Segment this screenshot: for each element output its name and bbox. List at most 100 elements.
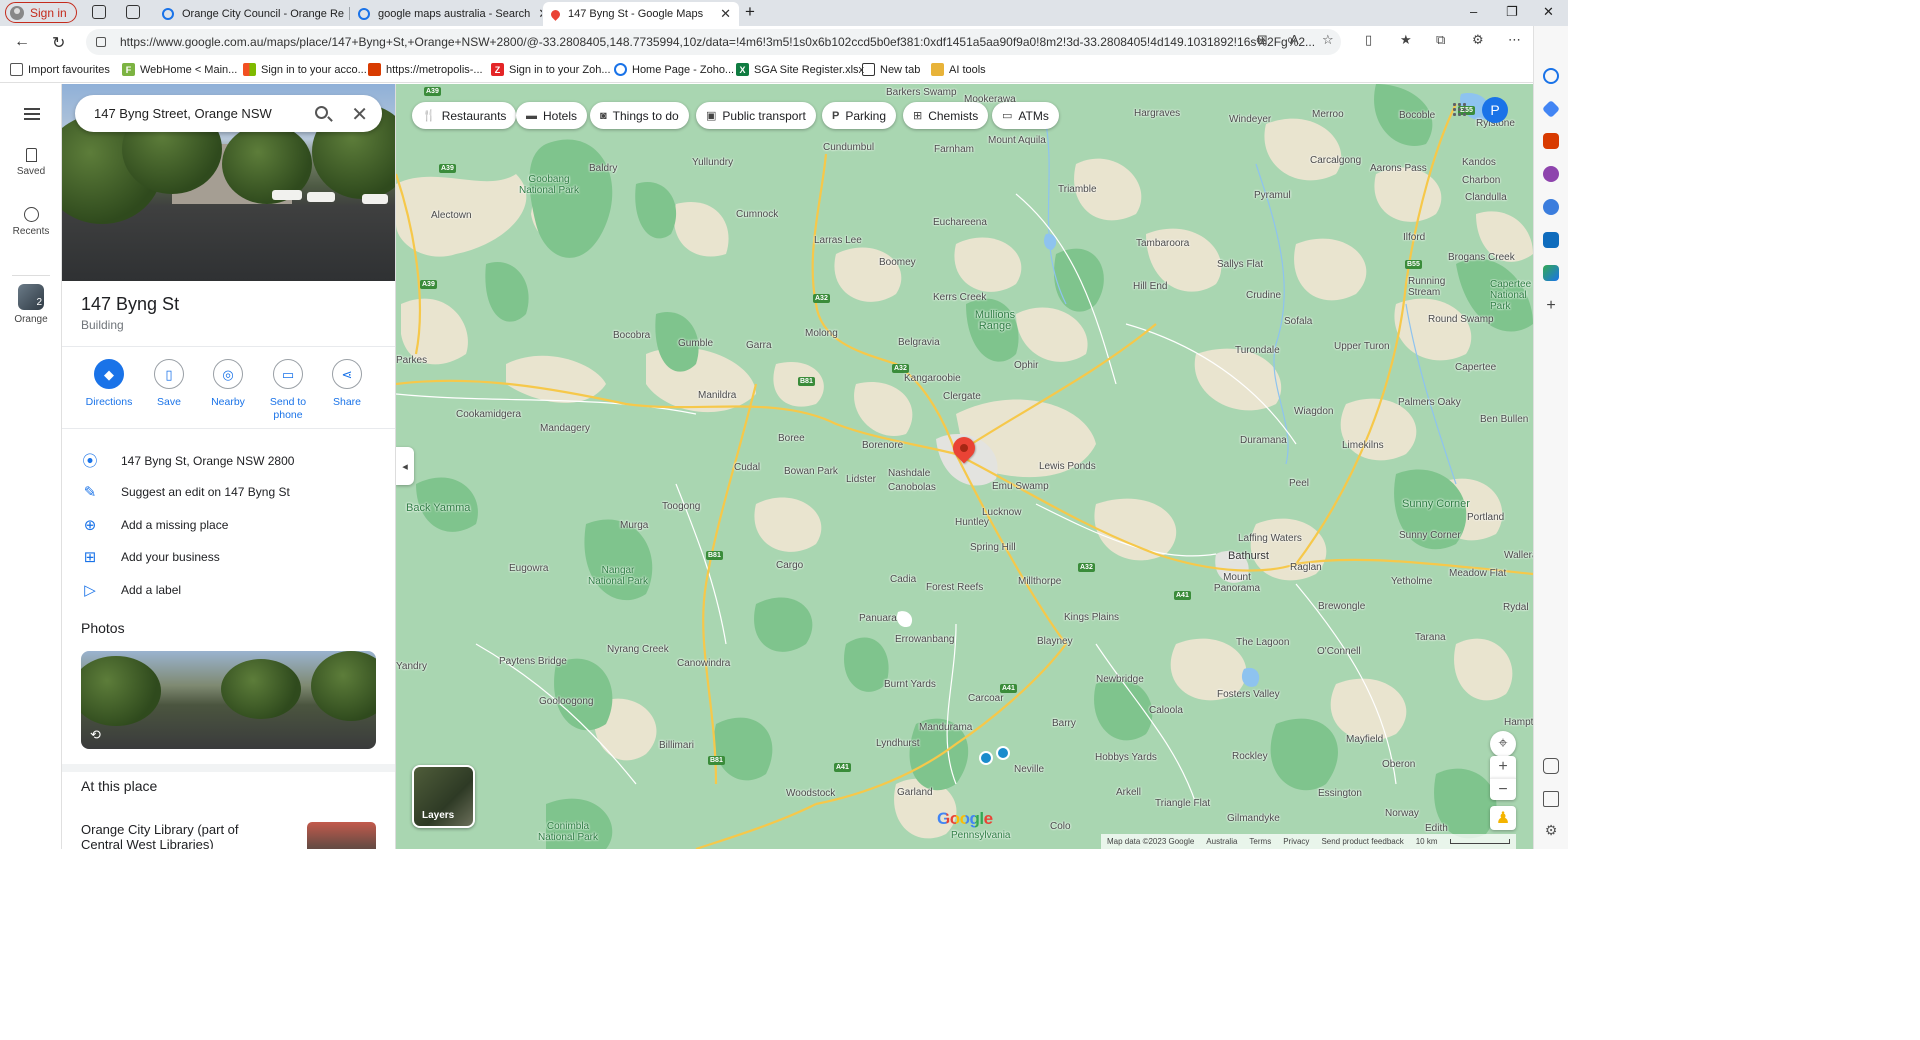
map-label[interactable]: Yullundry (692, 157, 733, 168)
bookmark-sga-register[interactable]: X SGA Site Register.xlsx (736, 63, 864, 76)
map-label[interactable]: Mount Panorama (1212, 572, 1262, 594)
extensions-icon[interactable]: ⚙ (1472, 32, 1484, 48)
map-label[interactable]: Lyndhurst (876, 738, 920, 749)
footer-terms-link[interactable]: Terms (1249, 837, 1271, 846)
footer-country[interactable]: Australia (1206, 837, 1237, 846)
map-label[interactable]: Canobolas (888, 482, 936, 493)
rail-recents[interactable]: Recents (0, 207, 62, 237)
map-label[interactable]: Boree (778, 433, 805, 444)
url-bar[interactable]: https://www.google.com.au/maps/place/147… (86, 29, 1341, 55)
map-label[interactable]: Clergate (943, 391, 981, 402)
add-icon[interactable]: + (1543, 298, 1559, 314)
map-label[interactable]: Mayfield (1346, 734, 1383, 745)
map-label[interactable]: Sunny Corner (1399, 530, 1461, 541)
more-menu-icon[interactable]: ⋯ (1508, 32, 1521, 48)
map-label[interactable]: Garra (746, 340, 772, 351)
chip-public-transport[interactable]: ▣ Public transport (696, 102, 816, 129)
chip-hotels[interactable]: ▬ Hotels (516, 102, 588, 129)
workspaces-icon[interactable] (92, 5, 106, 19)
map-label-park[interactable]: Goobang National Park (514, 174, 584, 196)
collections-icon[interactable]: ⧉ (1436, 32, 1445, 48)
map-label[interactable]: Yandry (396, 661, 427, 672)
share-button[interactable]: ⋖ Share (319, 359, 375, 409)
map-label[interactable]: Parkes (396, 355, 427, 366)
map-label[interactable]: Edith (1425, 823, 1448, 834)
library-thumbnail[interactable] (307, 822, 376, 849)
map-label[interactable]: Triamble (1058, 184, 1097, 195)
map-label[interactable]: Rydal (1503, 602, 1529, 613)
search-input[interactable]: 147 Byng Street, Orange NSW ✕ (75, 95, 382, 132)
map-label-park[interactable]: Back Yamma (406, 502, 470, 514)
map-label[interactable]: Garland (897, 787, 933, 798)
zoom-in-button[interactable]: + (1490, 756, 1516, 778)
map-label[interactable]: Meadow Flat (1449, 568, 1506, 579)
map-label[interactable]: Turondale (1235, 345, 1280, 356)
map-label[interactable]: Merroo (1312, 109, 1344, 120)
map-label[interactable]: Windeyer (1229, 114, 1271, 125)
map-label[interactable]: Millthorpe (1018, 576, 1061, 587)
chip-parking[interactable]: P Parking (822, 102, 897, 129)
map-label[interactable]: Bowan Park (784, 466, 838, 477)
map-label[interactable]: Lewis Ponds (1039, 461, 1096, 472)
drop-icon[interactable] (1543, 265, 1559, 281)
signin-button[interactable]: Sign in (5, 2, 77, 23)
map-label[interactable]: Blayney (1037, 636, 1073, 647)
map-label[interactable]: Panuara (859, 613, 897, 624)
map-label[interactable]: Canowindra (677, 658, 730, 669)
map-label[interactable]: Billimari (659, 740, 694, 751)
zoom-out-button[interactable]: − (1490, 778, 1516, 800)
footer-feedback-link[interactable]: Send product feedback (1321, 837, 1403, 846)
map-label-park[interactable]: Mullions Range (972, 310, 1018, 332)
sidebar-toggle-icon[interactable] (1543, 758, 1559, 774)
map-label[interactable]: Toogong (662, 501, 700, 512)
add-missing-place-row[interactable]: ⊕ Add a missing place (81, 516, 229, 534)
map-label[interactable]: Barry (1052, 718, 1076, 729)
favorite-star-icon[interactable]: ☆ (1322, 32, 1334, 48)
library-title[interactable]: Orange City Library (part of Central Wes… (81, 822, 271, 849)
map-label[interactable]: Norway (1385, 808, 1419, 819)
map-label[interactable]: The Lagoon (1236, 637, 1289, 648)
layers-button[interactable]: Layers (412, 765, 475, 828)
outlook-icon[interactable] (1543, 232, 1559, 248)
map-label-park[interactable]: Conimbla National Park (528, 821, 608, 843)
chip-chemists[interactable]: ⊞ Chemists (903, 102, 989, 129)
map-label[interactable]: Kangaroobie (904, 373, 961, 384)
bookmark-webhome[interactable]: F WebHome < Main... (122, 63, 237, 76)
bookmark-microsoft-signin[interactable]: Sign in to your acco... (243, 63, 367, 76)
map-label[interactable]: Wallerawang (1504, 550, 1533, 561)
map-label[interactable]: Burnt Yards (884, 679, 936, 690)
map-label[interactable]: Kings Plains (1064, 612, 1119, 623)
map-label[interactable]: Hargraves (1134, 108, 1180, 119)
refresh-icon[interactable]: ↻ (52, 33, 65, 53)
map-label[interactable]: Laffing Waters (1238, 533, 1302, 544)
app-available-icon[interactable]: ⊞ (1257, 32, 1268, 48)
map-label[interactable]: Tambaroora (1136, 238, 1189, 249)
map-label[interactable]: Neville (1014, 764, 1044, 775)
map-label[interactable]: Running Stream (1408, 276, 1452, 298)
map-label[interactable]: Gilmandyke (1227, 813, 1280, 824)
menu-icon[interactable] (24, 108, 40, 120)
map-label[interactable]: Brewongle (1318, 601, 1365, 612)
map-label[interactable]: Gumble (678, 338, 713, 349)
map-label[interactable]: Upper Turon (1334, 341, 1390, 352)
map-label[interactable]: Carcalgong (1310, 155, 1361, 166)
my-location-button[interactable]: ⌖ (1490, 731, 1516, 757)
chip-things-to-do[interactable]: ◙ Things to do (590, 102, 689, 129)
map-label[interactable]: Euchareena (933, 217, 987, 228)
minimize-button[interactable]: – (1470, 4, 1477, 19)
map-label[interactable]: Barkers Swamp (886, 87, 957, 98)
map-label[interactable]: Boomey (879, 257, 916, 268)
favorites-icon[interactable]: ★ (1400, 32, 1412, 48)
search-icon[interactable] (1543, 68, 1559, 84)
map-label[interactable]: Wiagdon (1294, 406, 1333, 417)
map-label[interactable]: Baldry (589, 163, 617, 174)
map-label[interactable]: Kerrs Creek (933, 292, 986, 303)
map-label[interactable]: Newbridge (1096, 674, 1144, 685)
map-label[interactable]: Essington (1318, 788, 1362, 799)
add-business-row[interactable]: ⊞ Add your business (81, 548, 220, 566)
close-tab-icon[interactable]: ✕ (720, 6, 731, 22)
map-label[interactable]: Capertee (1455, 362, 1496, 373)
map-label[interactable]: Yetholme (1391, 576, 1432, 587)
footer-privacy-link[interactable]: Privacy (1283, 837, 1309, 846)
bookmark-metropolis[interactable]: https://metropolis-... (368, 63, 483, 76)
